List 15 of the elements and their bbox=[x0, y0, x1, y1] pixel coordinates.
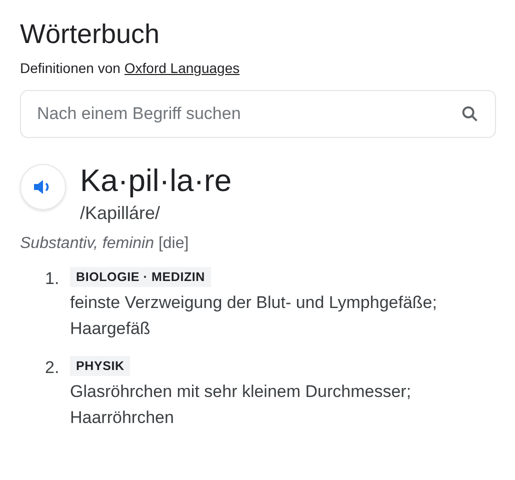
definition-text: Glasröhrchen mit sehr kleinem Durchmesser; Haarröhrchen bbox=[70, 381, 412, 429]
subject-tag: BIOLOGIE · MEDIZIN bbox=[70, 267, 212, 287]
source-link[interactable]: Oxford Languages bbox=[124, 58, 240, 78]
subject-tag: PHYSIK bbox=[70, 356, 130, 376]
definition-text: feinste Verzweigung der Blut- und Lymphgefäße; Haargefäß bbox=[70, 292, 438, 340]
dictionary-title: Wörterbuch bbox=[20, 18, 161, 51]
sense-number: 1. bbox=[45, 268, 60, 290]
play-audio-button[interactable] bbox=[20, 164, 66, 210]
source-label: Definitionen von bbox=[20, 59, 120, 78]
sense-number: 2. bbox=[45, 357, 60, 379]
search-field[interactable]: Nach einem Begriff suchen bbox=[20, 90, 496, 138]
headword: Ka·pil·la·re bbox=[80, 162, 232, 200]
search-icon[interactable] bbox=[460, 104, 480, 124]
pronunciation: /Kapilláre/ bbox=[80, 202, 162, 225]
grammar-label: Substantiv, feminin [die] bbox=[20, 234, 190, 254]
